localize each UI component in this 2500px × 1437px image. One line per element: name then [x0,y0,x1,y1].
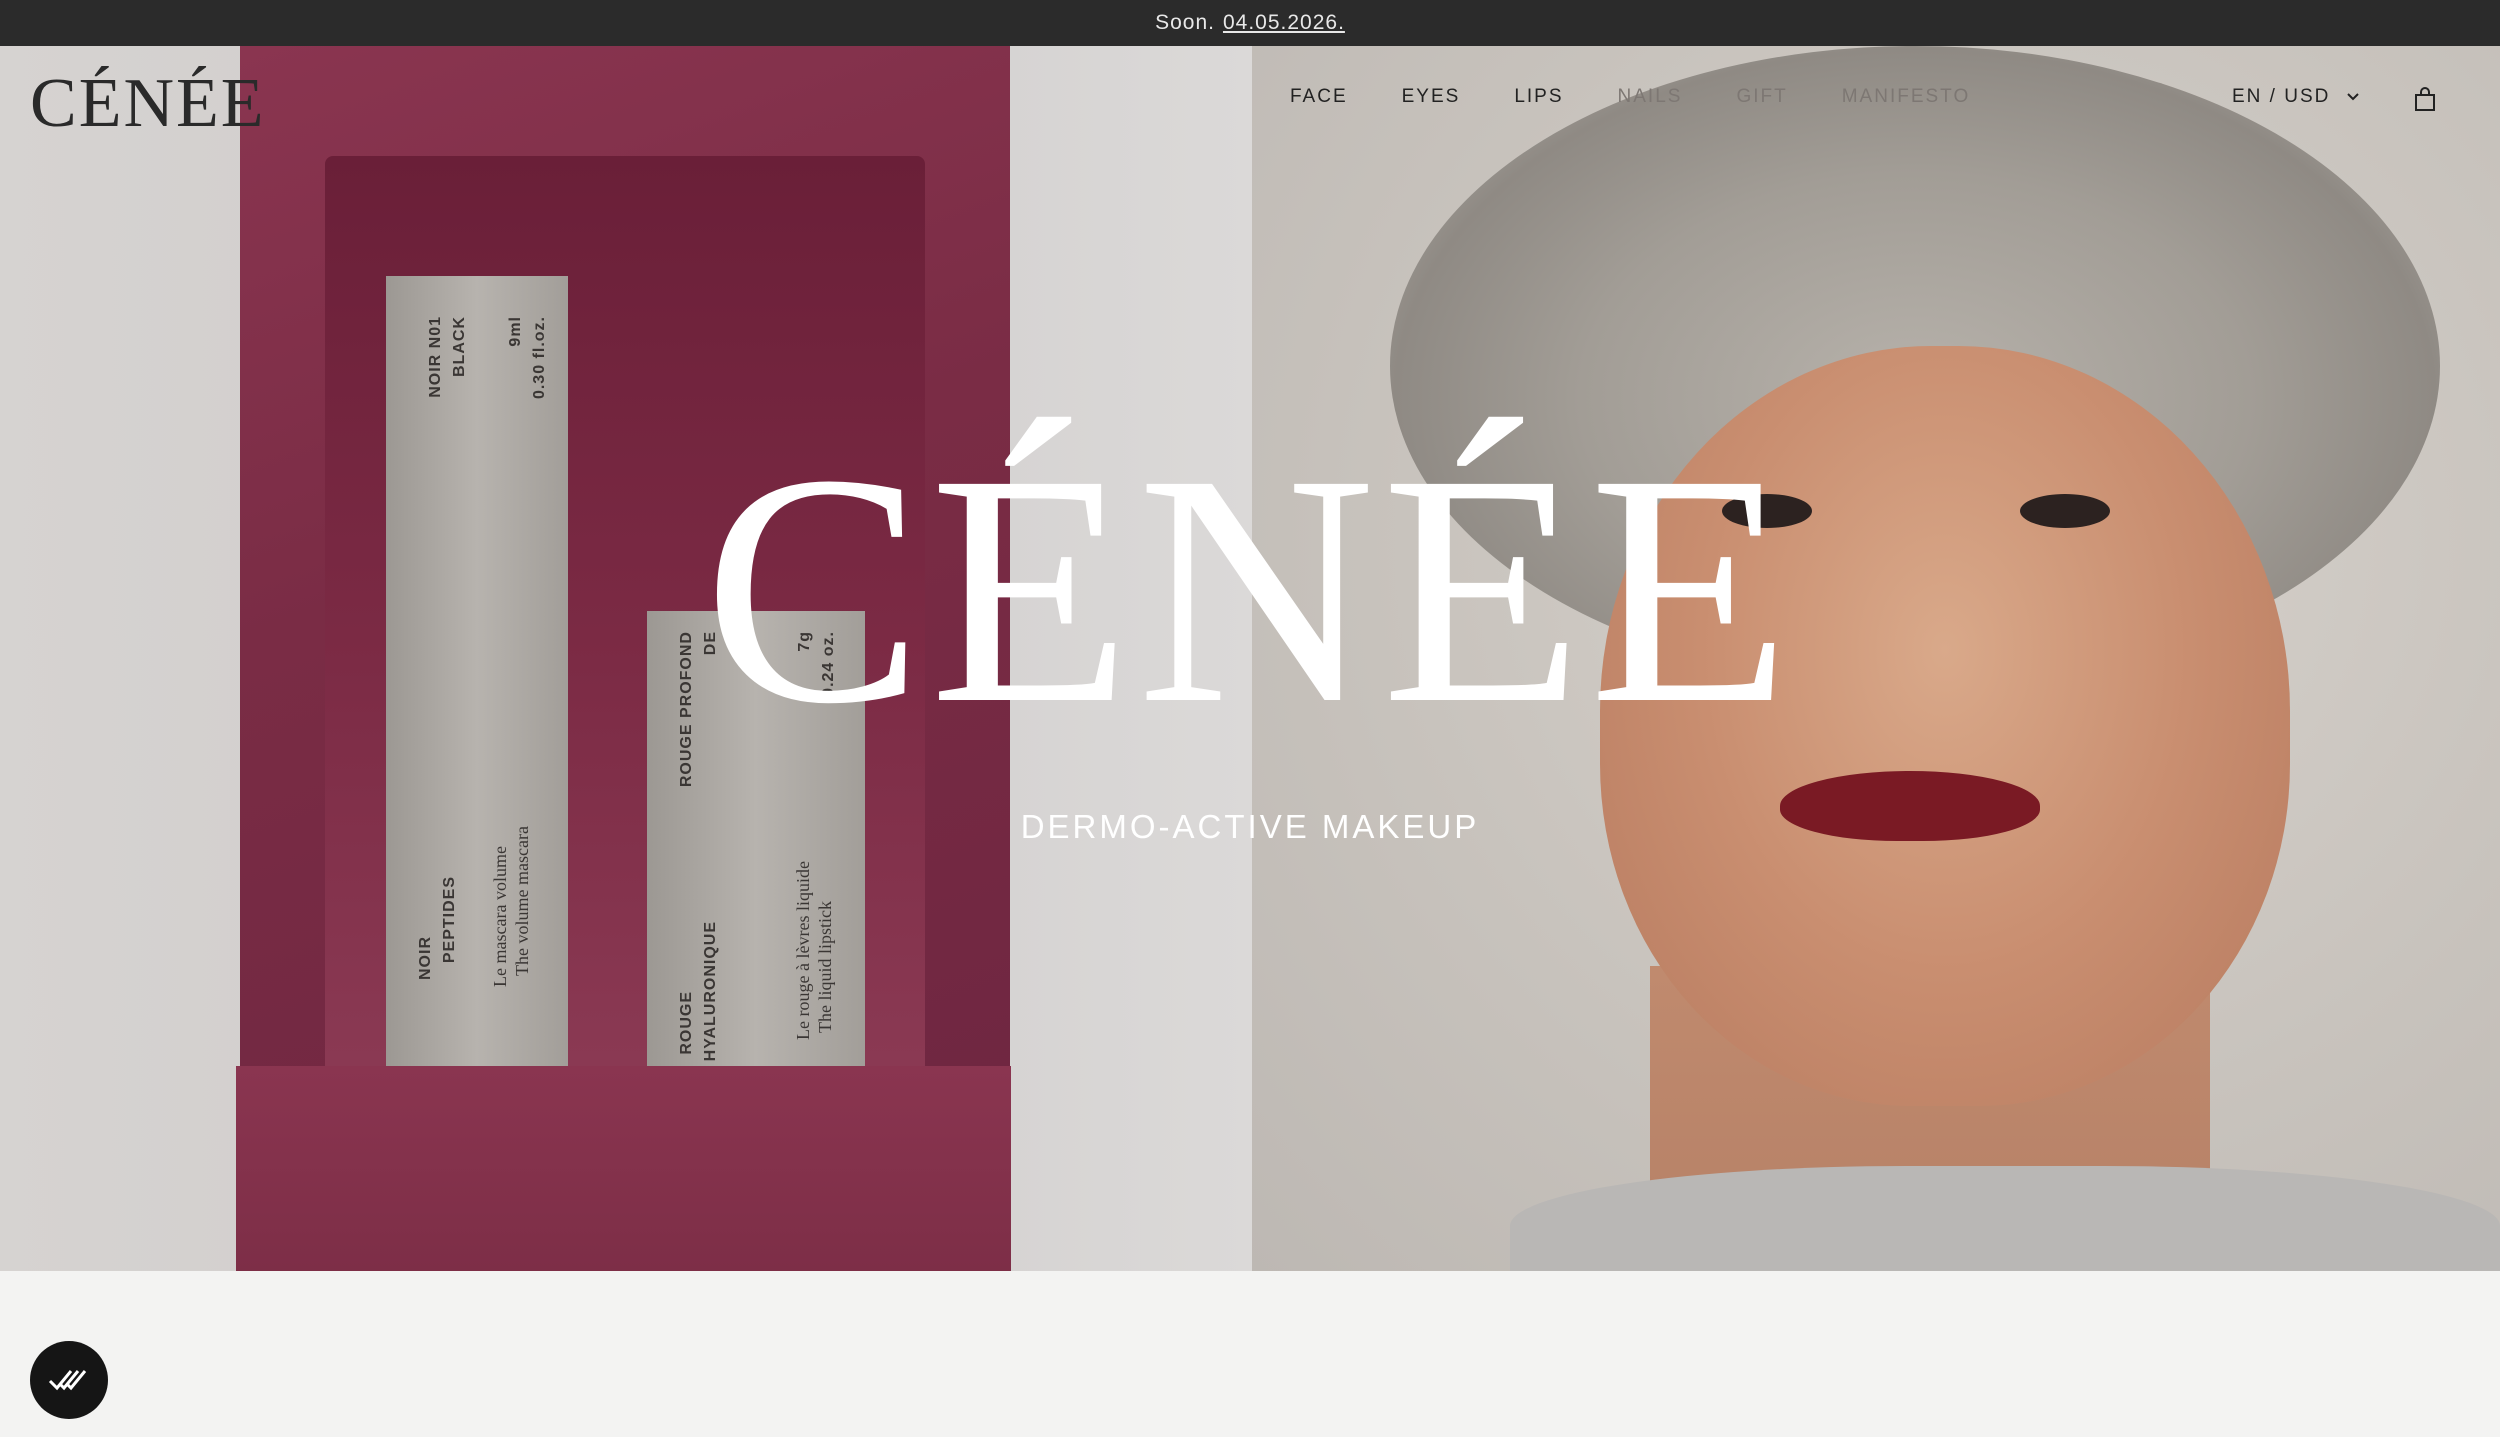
lipstick-name: ROUGE [678,991,695,1055]
nav-item-eyes[interactable]: EYES [1402,86,1461,108]
main-nav: FACE EYES LIPS NAILS GIFT MANIFESTO [1290,86,2024,108]
portrait-sweater [1510,1166,2500,1271]
mascara-volume: 9ml [507,316,524,347]
announcement-date-link[interactable]: 04.05.2026. [1223,11,1345,35]
lipstick-name-sub: HYALURONIQUE [702,921,719,1062]
nav-item-nails[interactable]: NAILS [1618,86,1683,108]
nav-item-gift[interactable]: GIFT [1736,86,1787,108]
mascara-shade: NOIR N01 [427,316,444,398]
content-area [0,1271,2500,1437]
hero-logo: CÉNÉE [703,407,1797,772]
mascara-desc-fr: Le mascara volume [490,846,510,987]
nav-item-manifesto[interactable]: MANIFESTO [1842,86,1971,108]
hero-tagline: DERMO-ACTIVE MAKEUP [1020,808,1480,845]
mascara-desc-en: The volume mascara [512,826,532,976]
bag-icon[interactable] [2413,86,2437,112]
hero-banner: NOIR N01 BLACK 9ml 0.30 fl.oz. NOIR PEPT… [0,46,2500,1271]
announcement-bar: Soon. 04.05.2026. [0,0,2500,46]
mascara-name: NOIR [417,936,434,980]
announcement-prefix: Soon. [1155,11,1215,34]
nav-item-lips[interactable]: LIPS [1514,86,1563,108]
lipstick-desc-fr: Le rouge à lèvres liquide [793,861,813,1040]
checkmarks-icon[interactable] [30,1341,108,1419]
site-logo[interactable]: CÉNÉE [30,64,266,144]
lipstick-desc-en: The liquid lipstick [815,901,835,1033]
product-box-front [236,1066,1011,1271]
mascara-volume-oz: 0.30 fl.oz. [531,316,548,400]
nav-item-face[interactable]: FACE [1290,86,1348,108]
chevron-down-icon [2346,86,2360,108]
locale-selector[interactable]: EN / USD [2232,86,2360,108]
mascara-shade-sub: BLACK [451,316,468,377]
locale-label: EN / USD [2232,86,2331,108]
mascara-name-sub: PEPTIDES [441,876,458,964]
